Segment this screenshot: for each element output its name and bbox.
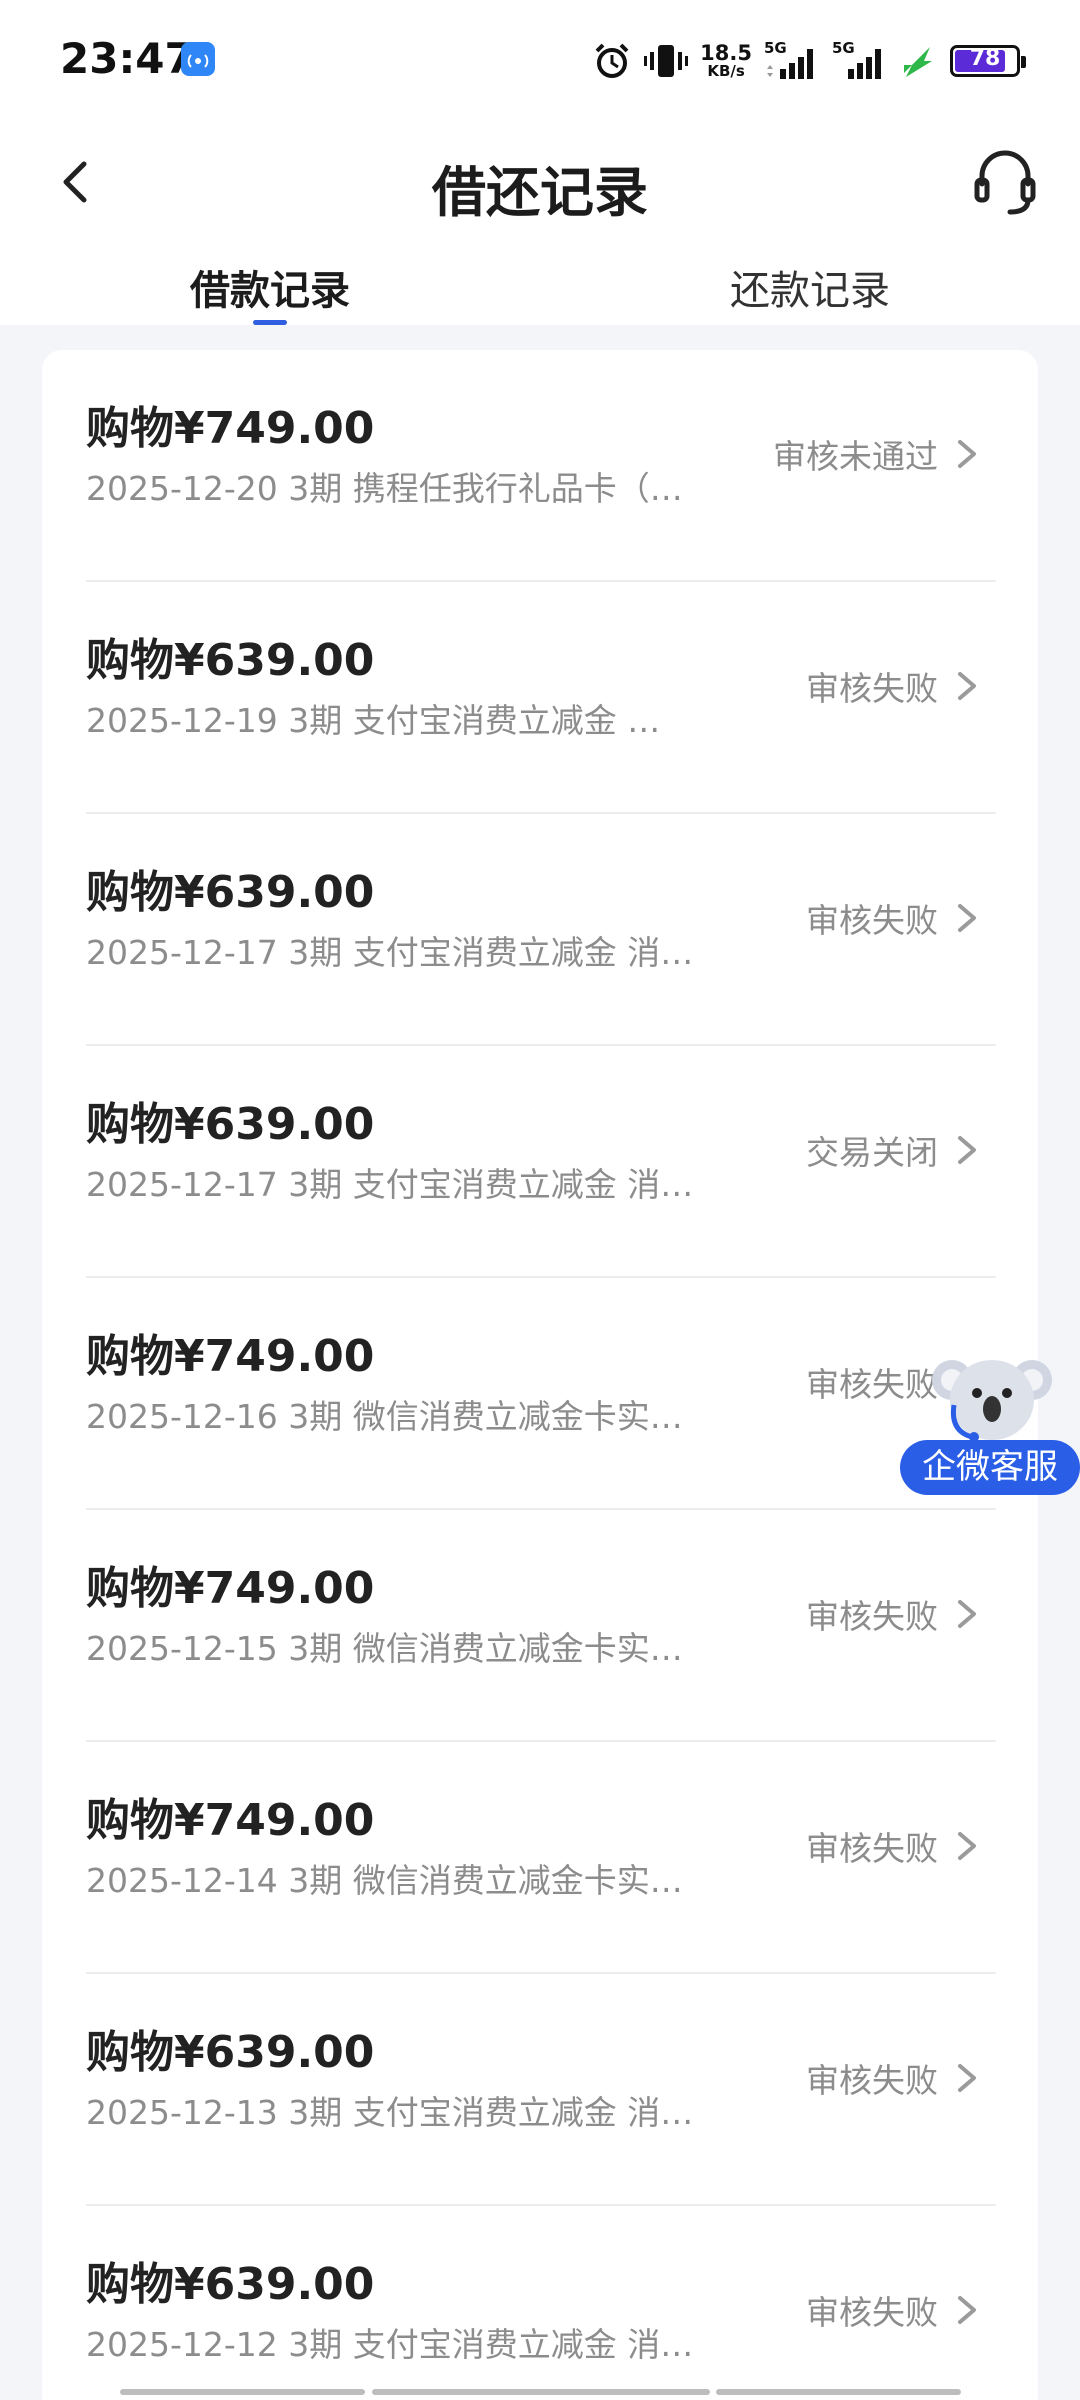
record-amount: 购物¥749.00 [86, 1563, 375, 1614]
records-list: 购物¥749.00 2025-12-20 3期 携程任我行礼品卡（… 审核未通过… [42, 350, 1038, 2400]
customer-service-button[interactable] [972, 146, 1038, 218]
record-details: 2025-12-20 3期 携程任我行礼品卡（… [86, 469, 683, 508]
status-icons: 18.5 KB/s 5G 5G 78 [592, 36, 1026, 86]
scroll-indicator [716, 2389, 961, 2395]
record-item[interactable]: 购物¥639.00 2025-12-17 3期 支付宝消费立减金 消… 审核失败 [42, 814, 1038, 1046]
record-amount: 购物¥639.00 [86, 2259, 375, 2310]
record-status: 审核失败 [806, 1597, 938, 1636]
status-bar: 23:47 18.5 KB/s 5G 5G 78 [0, 0, 1080, 120]
tab-borrow-records[interactable]: 借款记录 [190, 258, 350, 316]
network-speed-value: 18.5 [700, 41, 752, 65]
koala-mascot-icon [932, 1360, 1052, 1442]
record-item[interactable]: 购物¥639.00 2025-12-12 3期 支付宝消费立减金 消… 审核失败 [42, 2206, 1038, 2400]
vibrate-icon [644, 45, 689, 77]
record-details: 2025-12-17 3期 支付宝消费立减金 消… [86, 933, 694, 972]
record-status: 审核失败 [806, 1829, 938, 1868]
active-tab-indicator [253, 320, 287, 325]
record-item[interactable]: 购物¥749.00 2025-12-16 3期 微信消费立减金卡实… 审核失败 [42, 1278, 1038, 1510]
status-time: 23:47 [60, 34, 194, 83]
chevron-right-icon [958, 1832, 976, 1860]
record-amount: 购物¥639.00 [86, 1099, 375, 1150]
record-status: 审核失败 [806, 901, 938, 940]
nfc-notification-icon [181, 42, 215, 76]
floating-service-button[interactable]: 企微客服 [900, 1345, 1080, 1495]
record-amount: 购物¥639.00 [86, 2027, 375, 2078]
chevron-right-icon [958, 440, 976, 468]
record-status: 审核未通过 [773, 437, 938, 476]
record-amount: 购物¥639.00 [86, 635, 375, 686]
record-amount: 购物¥749.00 [86, 1795, 375, 1846]
chevron-right-icon [958, 1136, 976, 1164]
scroll-indicator [372, 2389, 710, 2395]
chevron-right-icon [958, 1600, 976, 1628]
charging-icon [904, 47, 932, 77]
record-details: 2025-12-17 3期 支付宝消费立减金 消… [86, 1165, 694, 1204]
record-status: 审核失败 [806, 669, 938, 708]
chevron-right-icon [958, 672, 976, 700]
record-item[interactable]: 购物¥749.00 2025-12-15 3期 微信消费立减金卡实… 审核失败 [42, 1510, 1038, 1742]
alarm-icon [595, 43, 629, 78]
record-amount: 购物¥749.00 [86, 1331, 375, 1382]
record-item[interactable]: 购物¥639.00 2025-12-17 3期 支付宝消费立减金 消… 交易关闭 [42, 1046, 1038, 1278]
floating-service-label: 企微客服 [900, 1440, 1080, 1495]
page-title: 借还记录 [432, 161, 648, 224]
record-item[interactable]: 购物¥749.00 2025-12-14 3期 微信消费立减金卡实… 审核失败 [42, 1742, 1038, 1974]
record-amount: 购物¥639.00 [86, 867, 375, 918]
record-details: 2025-12-12 3期 支付宝消费立减金 消… [86, 2325, 694, 2364]
chevron-right-icon [958, 904, 976, 932]
record-item[interactable]: 购物¥639.00 2025-12-19 3期 支付宝消费立减金 … 审核失败 [42, 582, 1038, 814]
tab-repay-records[interactable]: 还款记录 [730, 258, 890, 316]
battery-icon: 78 [950, 45, 1026, 77]
record-status: 交易关闭 [806, 1133, 938, 1172]
record-details: 2025-12-16 3期 微信消费立减金卡实… [86, 1397, 683, 1436]
record-details: 2025-12-15 3期 微信消费立减金卡实… [86, 1629, 683, 1668]
record-details: 2025-12-19 3期 支付宝消费立减金 … [86, 701, 661, 740]
sim1-signal-icon: 5G [764, 39, 820, 83]
record-details: 2025-12-13 3期 支付宝消费立减金 消… [86, 2093, 694, 2132]
page-header: 借还记录 借款记录 还款记录 [0, 120, 1080, 325]
record-amount: 购物¥749.00 [86, 403, 375, 454]
record-item[interactable]: 购物¥639.00 2025-12-13 3期 支付宝消费立减金 消… 审核失败 [42, 1974, 1038, 2206]
network-speed-unit: KB/s [707, 62, 745, 80]
record-status: 审核失败 [806, 2061, 938, 2100]
network-speed: 18.5 KB/s [700, 43, 752, 79]
chevron-right-icon [958, 2064, 976, 2092]
sim2-signal-icon: 5G [832, 39, 888, 83]
record-status: 审核失败 [806, 2293, 938, 2332]
chevron-right-icon [958, 2296, 976, 2324]
record-details: 2025-12-14 3期 微信消费立减金卡实… [86, 1861, 683, 1900]
headset-icon [974, 150, 1036, 215]
record-item[interactable]: 购物¥749.00 2025-12-20 3期 携程任我行礼品卡（… 审核未通过 [42, 350, 1038, 582]
battery-level: 78 [969, 46, 1001, 71]
scroll-indicator [120, 2389, 365, 2395]
